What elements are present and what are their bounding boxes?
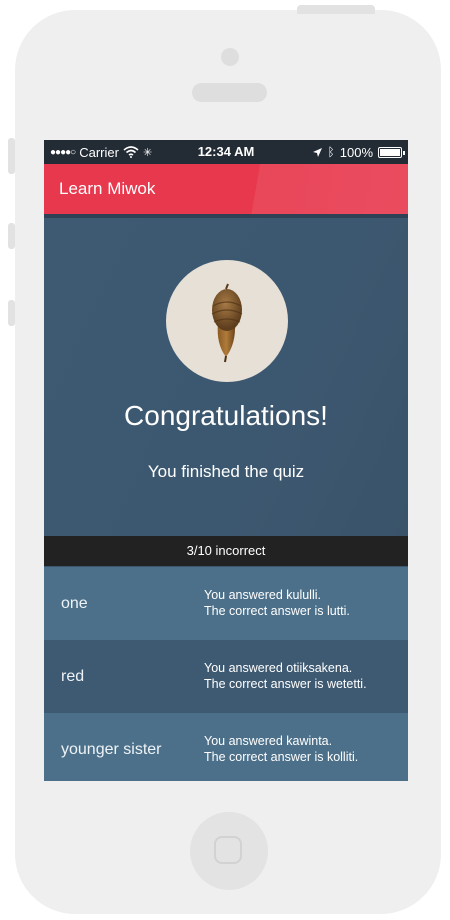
correct-answer-text: The correct answer is wetetti. xyxy=(204,677,367,691)
answered-text: You answered kawinta. xyxy=(204,734,333,748)
correct-answer-text: The correct answer is lutti. xyxy=(204,604,350,618)
answered-text: You answered otiiksakena. xyxy=(204,661,353,675)
result-word: red xyxy=(61,668,85,685)
quiz-complete-hero: Congratulations! You finished the quiz xyxy=(44,218,408,536)
app-screen: ●●●●○ Carrier ✳ 12:34 AM ᛒ 100% Learn Mi… xyxy=(44,140,408,781)
correct-answer-text: The correct answer is kolliti. xyxy=(204,750,359,764)
quiz-finished-subtitle: You finished the quiz xyxy=(147,462,305,481)
list-item[interactable]: red You answered otiiksakena. The correc… xyxy=(44,640,408,713)
app-title: Learn Miwok xyxy=(59,179,156,198)
score-summary: 3/10 incorrect xyxy=(44,536,408,566)
volume-up-button xyxy=(8,223,15,249)
result-word: younger sister xyxy=(61,741,162,758)
status-bar-right: ᛒ 100% xyxy=(312,140,405,164)
battery-icon xyxy=(378,146,405,158)
result-answer: You answered kawinta. The correct answer… xyxy=(204,733,358,765)
location-arrow-icon xyxy=(312,147,322,157)
list-item[interactable]: younger sister You answered kawinta. The… xyxy=(44,713,408,781)
congratulations-heading: Congratulations! xyxy=(124,400,328,431)
result-answer: You answered kululli. The correct answer… xyxy=(204,587,350,619)
mute-switch xyxy=(8,138,15,174)
front-camera xyxy=(221,48,239,66)
home-button[interactable] xyxy=(190,812,268,890)
result-word: one xyxy=(61,595,88,612)
home-button-square-icon xyxy=(214,836,242,864)
acorn-image xyxy=(166,260,288,382)
earpiece-speaker xyxy=(192,83,267,102)
battery-percent: 100% xyxy=(339,144,373,160)
result-answer: You answered otiiksakena. The correct an… xyxy=(204,660,367,692)
volume-down-button xyxy=(8,300,15,326)
app-bar: Learn Miwok xyxy=(44,164,408,218)
power-button xyxy=(297,5,375,14)
answered-text: You answered kululli. xyxy=(204,588,321,602)
results-list: one You answered kululli. The correct an… xyxy=(44,567,408,781)
acorn-icon xyxy=(211,283,243,363)
bluetooth-icon: ᛒ xyxy=(327,145,335,159)
list-item[interactable]: one You answered kululli. The correct an… xyxy=(44,567,408,640)
status-bar: ●●●●○ Carrier ✳ 12:34 AM ᛒ 100% xyxy=(44,140,408,164)
